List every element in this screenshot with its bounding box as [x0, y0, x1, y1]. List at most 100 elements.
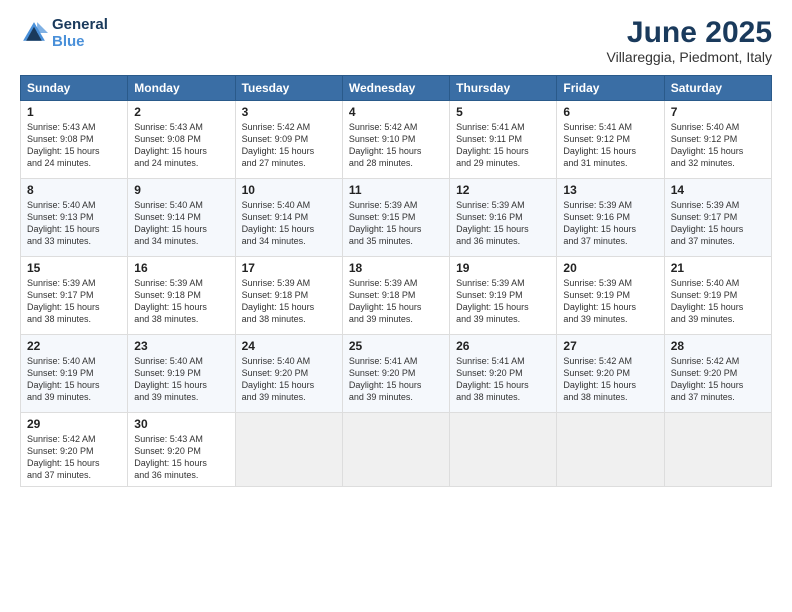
day-number: 28 — [671, 339, 765, 353]
cell-content: Sunrise: 5:41 AM Sunset: 9:20 PM Dayligh… — [456, 355, 550, 404]
day-number: 23 — [134, 339, 228, 353]
day-number: 1 — [27, 105, 121, 119]
table-row: 3 Sunrise: 5:42 AM Sunset: 9:09 PM Daylig… — [235, 101, 342, 179]
day-number: 4 — [349, 105, 443, 119]
logo-icon — [20, 19, 48, 47]
table-row: 10Sunrise: 5:40 AM Sunset: 9:14 PM Dayli… — [235, 179, 342, 257]
col-saturday: Saturday — [664, 76, 771, 101]
table-row: 11 Sunrise: 5:39 AM Sunset: 9:15 PM Dayli… — [342, 179, 449, 257]
cell-content: Sunrise: 5:40 AM Sunset: 9:19 PM Dayligh… — [134, 355, 228, 404]
table-row: 2 Sunrise: 5:43 AM Sunset: 9:08 PM Daylig… — [128, 101, 235, 179]
col-thursday: Thursday — [450, 76, 557, 101]
table-row: 14 Sunrise: 5:39 AM Sunset: 9:17 PM Dayli… — [664, 179, 771, 257]
table-row: 16 Sunrise: 5:39 AM Sunset: 9:18 PM Dayli… — [128, 257, 235, 335]
cell-content: Sunrise: 5:40 AM Sunset: 9:13 PM Dayligh… — [27, 199, 121, 248]
cell-content: Sunrise: 5:39 AM Sunset: 9:15 PM Dayligh… — [349, 199, 443, 248]
cell-content: Sunrise: 5:39 AM Sunset: 9:16 PM Dayligh… — [456, 199, 550, 248]
day-number: 7 — [671, 105, 765, 119]
table-row: 9 Sunrise: 5:40 AM Sunset: 9:14 PM Daylig… — [128, 179, 235, 257]
day-number: 2 — [134, 105, 228, 119]
cell-content: Sunrise: 5:40 AM Sunset: 9:14 PM Dayligh… — [134, 199, 228, 248]
table-row: 13 Sunrise: 5:39 AM Sunset: 9:16 PM Dayli… — [557, 179, 664, 257]
calendar-header-row: Sunday Monday Tuesday Wednesday Thursday… — [21, 76, 772, 101]
table-row: 25Sunrise: 5:41 AM Sunset: 9:20 PM Dayli… — [342, 335, 449, 413]
header: General Blue June 2025 Villareggia, Pied… — [20, 16, 772, 65]
table-row: 12 Sunrise: 5:39 AM Sunset: 9:16 PM Dayli… — [450, 179, 557, 257]
cell-content: Sunrise: 5:43 AM Sunset: 9:20 PM Dayligh… — [134, 433, 228, 482]
cell-content: Sunrise: 5:41 AM Sunset: 9:12 PM Dayligh… — [563, 121, 657, 170]
title-block: June 2025 Villareggia, Piedmont, Italy — [607, 16, 773, 65]
day-number: 9 — [134, 183, 228, 197]
table-row — [557, 413, 664, 487]
logo-text: General Blue — [52, 16, 108, 51]
col-tuesday: Tuesday — [235, 76, 342, 101]
day-number: 11 — [349, 183, 443, 197]
cell-content: Sunrise: 5:39 AM Sunset: 9:17 PM Dayligh… — [671, 199, 765, 248]
day-number: 21 — [671, 261, 765, 275]
table-row — [342, 413, 449, 487]
table-row: 6 Sunrise: 5:41 AM Sunset: 9:12 PM Daylig… — [557, 101, 664, 179]
cell-content: Sunrise: 5:39 AM Sunset: 9:19 PM Dayligh… — [456, 277, 550, 326]
table-row: 22Sunrise: 5:40 AM Sunset: 9:19 PM Dayli… — [21, 335, 128, 413]
day-number: 15 — [27, 261, 121, 275]
cell-content: Sunrise: 5:39 AM Sunset: 9:18 PM Dayligh… — [242, 277, 336, 326]
day-number: 19 — [456, 261, 550, 275]
cell-content: Sunrise: 5:40 AM Sunset: 9:12 PM Dayligh… — [671, 121, 765, 170]
table-row — [450, 413, 557, 487]
cell-content: Sunrise: 5:42 AM Sunset: 9:20 PM Dayligh… — [27, 433, 121, 482]
cell-content: Sunrise: 5:39 AM Sunset: 9:18 PM Dayligh… — [134, 277, 228, 326]
table-row: 26 Sunrise: 5:41 AM Sunset: 9:20 PM Dayli… — [450, 335, 557, 413]
cell-content: Sunrise: 5:41 AM Sunset: 9:20 PM Dayligh… — [349, 355, 443, 404]
table-row: 20 Sunrise: 5:39 AM Sunset: 9:19 PM Dayli… — [557, 257, 664, 335]
cell-content: Sunrise: 5:42 AM Sunset: 9:09 PM Dayligh… — [242, 121, 336, 170]
table-row: 15Sunrise: 5:39 AM Sunset: 9:17 PM Dayli… — [21, 257, 128, 335]
cell-content: Sunrise: 5:42 AM Sunset: 9:10 PM Dayligh… — [349, 121, 443, 170]
location: Villareggia, Piedmont, Italy — [607, 49, 773, 65]
table-row: 23 Sunrise: 5:40 AM Sunset: 9:19 PM Dayli… — [128, 335, 235, 413]
table-row: 4 Sunrise: 5:42 AM Sunset: 9:10 PM Daylig… — [342, 101, 449, 179]
table-row: 1 Sunrise: 5:43 AM Sunset: 9:08 PM Daylig… — [21, 101, 128, 179]
day-number: 24 — [242, 339, 336, 353]
cell-content: Sunrise: 5:43 AM Sunset: 9:08 PM Dayligh… — [27, 121, 121, 170]
col-friday: Friday — [557, 76, 664, 101]
cell-content: Sunrise: 5:43 AM Sunset: 9:08 PM Dayligh… — [134, 121, 228, 170]
table-row — [235, 413, 342, 487]
logo: General Blue — [20, 16, 108, 51]
calendar: Sunday Monday Tuesday Wednesday Thursday… — [20, 75, 772, 487]
cell-content: Sunrise: 5:40 AM Sunset: 9:19 PM Dayligh… — [671, 277, 765, 326]
table-row: 17Sunrise: 5:39 AM Sunset: 9:18 PM Dayli… — [235, 257, 342, 335]
table-row: 18 Sunrise: 5:39 AM Sunset: 9:18 PM Dayli… — [342, 257, 449, 335]
cell-content: Sunrise: 5:39 AM Sunset: 9:16 PM Dayligh… — [563, 199, 657, 248]
table-row: 24 Sunrise: 5:40 AM Sunset: 9:20 PM Dayli… — [235, 335, 342, 413]
table-row: 21 Sunrise: 5:40 AM Sunset: 9:19 PM Dayli… — [664, 257, 771, 335]
day-number: 20 — [563, 261, 657, 275]
month-title: June 2025 — [607, 16, 773, 49]
cell-content: Sunrise: 5:39 AM Sunset: 9:18 PM Dayligh… — [349, 277, 443, 326]
col-sunday: Sunday — [21, 76, 128, 101]
cell-content: Sunrise: 5:40 AM Sunset: 9:20 PM Dayligh… — [242, 355, 336, 404]
day-number: 12 — [456, 183, 550, 197]
day-number: 18 — [349, 261, 443, 275]
page: General Blue June 2025 Villareggia, Pied… — [0, 0, 792, 612]
day-number: 16 — [134, 261, 228, 275]
day-number: 14 — [671, 183, 765, 197]
day-number: 3 — [242, 105, 336, 119]
day-number: 22 — [27, 339, 121, 353]
day-number: 8 — [27, 183, 121, 197]
cell-content: Sunrise: 5:39 AM Sunset: 9:19 PM Dayligh… — [563, 277, 657, 326]
day-number: 13 — [563, 183, 657, 197]
table-row: 19 Sunrise: 5:39 AM Sunset: 9:19 PM Dayli… — [450, 257, 557, 335]
table-row: 28 Sunrise: 5:42 AM Sunset: 9:20 PM Dayli… — [664, 335, 771, 413]
day-number: 6 — [563, 105, 657, 119]
table-row: 27Sunrise: 5:42 AM Sunset: 9:20 PM Dayli… — [557, 335, 664, 413]
cell-content: Sunrise: 5:42 AM Sunset: 9:20 PM Dayligh… — [563, 355, 657, 404]
table-row — [664, 413, 771, 487]
day-number: 26 — [456, 339, 550, 353]
col-monday: Monday — [128, 76, 235, 101]
cell-content: Sunrise: 5:42 AM Sunset: 9:20 PM Dayligh… — [671, 355, 765, 404]
table-row: 7 Sunrise: 5:40 AM Sunset: 9:12 PM Daylig… — [664, 101, 771, 179]
cell-content: Sunrise: 5:40 AM Sunset: 9:14 PM Dayligh… — [242, 199, 336, 248]
table-row: 29Sunrise: 5:42 AM Sunset: 9:20 PM Dayli… — [21, 413, 128, 487]
day-number: 30 — [134, 417, 228, 431]
table-row: 8 Sunrise: 5:40 AM Sunset: 9:13 PM Daylig… — [21, 179, 128, 257]
